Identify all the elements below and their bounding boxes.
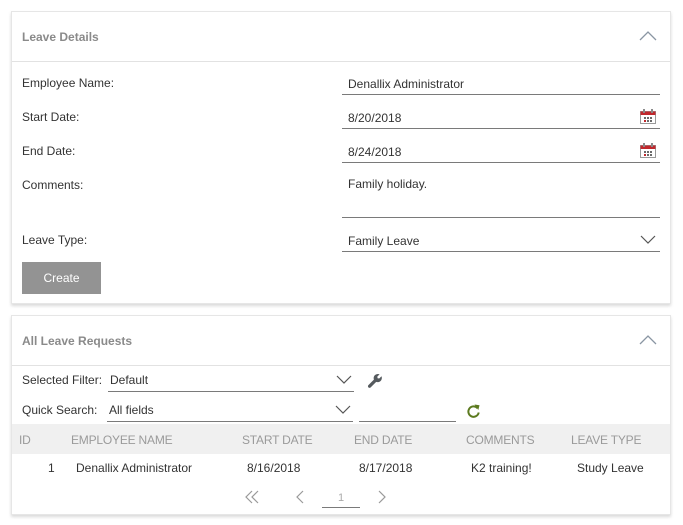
- chevron-up-icon[interactable]: [638, 29, 658, 43]
- comments-value: Family holiday.: [348, 177, 428, 191]
- chevron-down-icon[interactable]: [640, 235, 656, 245]
- create-button[interactable]: Create: [22, 262, 101, 294]
- chevron-up-icon[interactable]: [638, 333, 658, 347]
- quick-search-field-select[interactable]: All fields: [107, 398, 353, 422]
- start-date-label: Start Date:: [22, 110, 80, 124]
- column-header-leave-type[interactable]: LEAVE TYPE: [571, 433, 641, 447]
- leave-requests-title: All Leave Requests: [22, 334, 133, 348]
- chevron-down-icon[interactable]: [335, 405, 351, 415]
- end-date-field[interactable]: 8/24/2018: [342, 137, 660, 163]
- table-header: ID EMPLOYEE NAME START DATE END DATE COM…: [12, 424, 670, 454]
- start-date-value: 8/20/2018: [348, 111, 402, 125]
- calendar-icon[interactable]: [640, 109, 656, 124]
- quick-search-input[interactable]: [359, 398, 456, 422]
- quick-search-label: Quick Search:: [22, 403, 98, 417]
- cell-id: 1: [48, 461, 55, 475]
- cell-start-date: 8/16/2018: [247, 461, 301, 475]
- end-date-label: End Date:: [22, 144, 76, 158]
- end-date-value: 8/24/2018: [348, 145, 402, 159]
- column-header-comments[interactable]: COMMENTS: [466, 433, 535, 447]
- column-header-end-date[interactable]: END DATE: [354, 433, 412, 447]
- comments-label: Comments:: [22, 178, 84, 192]
- leave-details-panel: Leave Details Employee Name: Denallix Ad…: [11, 11, 671, 304]
- selected-filter-select[interactable]: Default: [108, 368, 354, 392]
- calendar-icon[interactable]: [640, 143, 656, 158]
- current-page[interactable]: 1: [322, 488, 360, 508]
- quick-search-field-value: All fields: [109, 403, 154, 417]
- column-header-start-date[interactable]: START DATE: [242, 433, 313, 447]
- refresh-icon[interactable]: [466, 403, 481, 419]
- employee-name-label: Employee Name:: [22, 76, 115, 90]
- employee-name-value: Denallix Administrator: [348, 77, 465, 91]
- column-header-employee-name[interactable]: EMPLOYEE NAME: [71, 433, 173, 447]
- leave-requests-header[interactable]: All Leave Requests: [12, 316, 670, 366]
- leave-type-value: Family Leave: [348, 234, 420, 248]
- chevron-down-icon[interactable]: [336, 375, 352, 385]
- selected-filter-label: Selected Filter:: [22, 373, 103, 387]
- start-date-field[interactable]: 8/20/2018: [342, 103, 660, 129]
- column-header-id[interactable]: ID: [19, 433, 31, 447]
- leave-type-label: Leave Type:: [22, 233, 88, 247]
- employee-name-field[interactable]: Denallix Administrator: [342, 69, 660, 95]
- previous-page-icon[interactable]: [295, 490, 305, 504]
- cell-employee-name: Denallix Administrator: [76, 461, 193, 475]
- leave-details-title: Leave Details: [22, 30, 99, 44]
- comments-textarea[interactable]: Family holiday.: [342, 170, 660, 218]
- selected-filter-value: Default: [110, 373, 149, 387]
- next-page-icon[interactable]: [377, 490, 387, 504]
- cell-end-date: 8/17/2018: [359, 461, 413, 475]
- wrench-icon[interactable]: [367, 373, 383, 389]
- first-page-icon[interactable]: [243, 490, 261, 504]
- cell-comments: K2 training!: [471, 461, 532, 475]
- cell-leave-type: Study Leave: [577, 461, 644, 475]
- leave-type-select[interactable]: Family Leave: [342, 226, 660, 252]
- pagination: 1: [12, 484, 670, 512]
- leave-requests-panel: All Leave Requests Selected Filter: Defa…: [11, 315, 671, 515]
- leave-details-header[interactable]: Leave Details: [12, 12, 670, 62]
